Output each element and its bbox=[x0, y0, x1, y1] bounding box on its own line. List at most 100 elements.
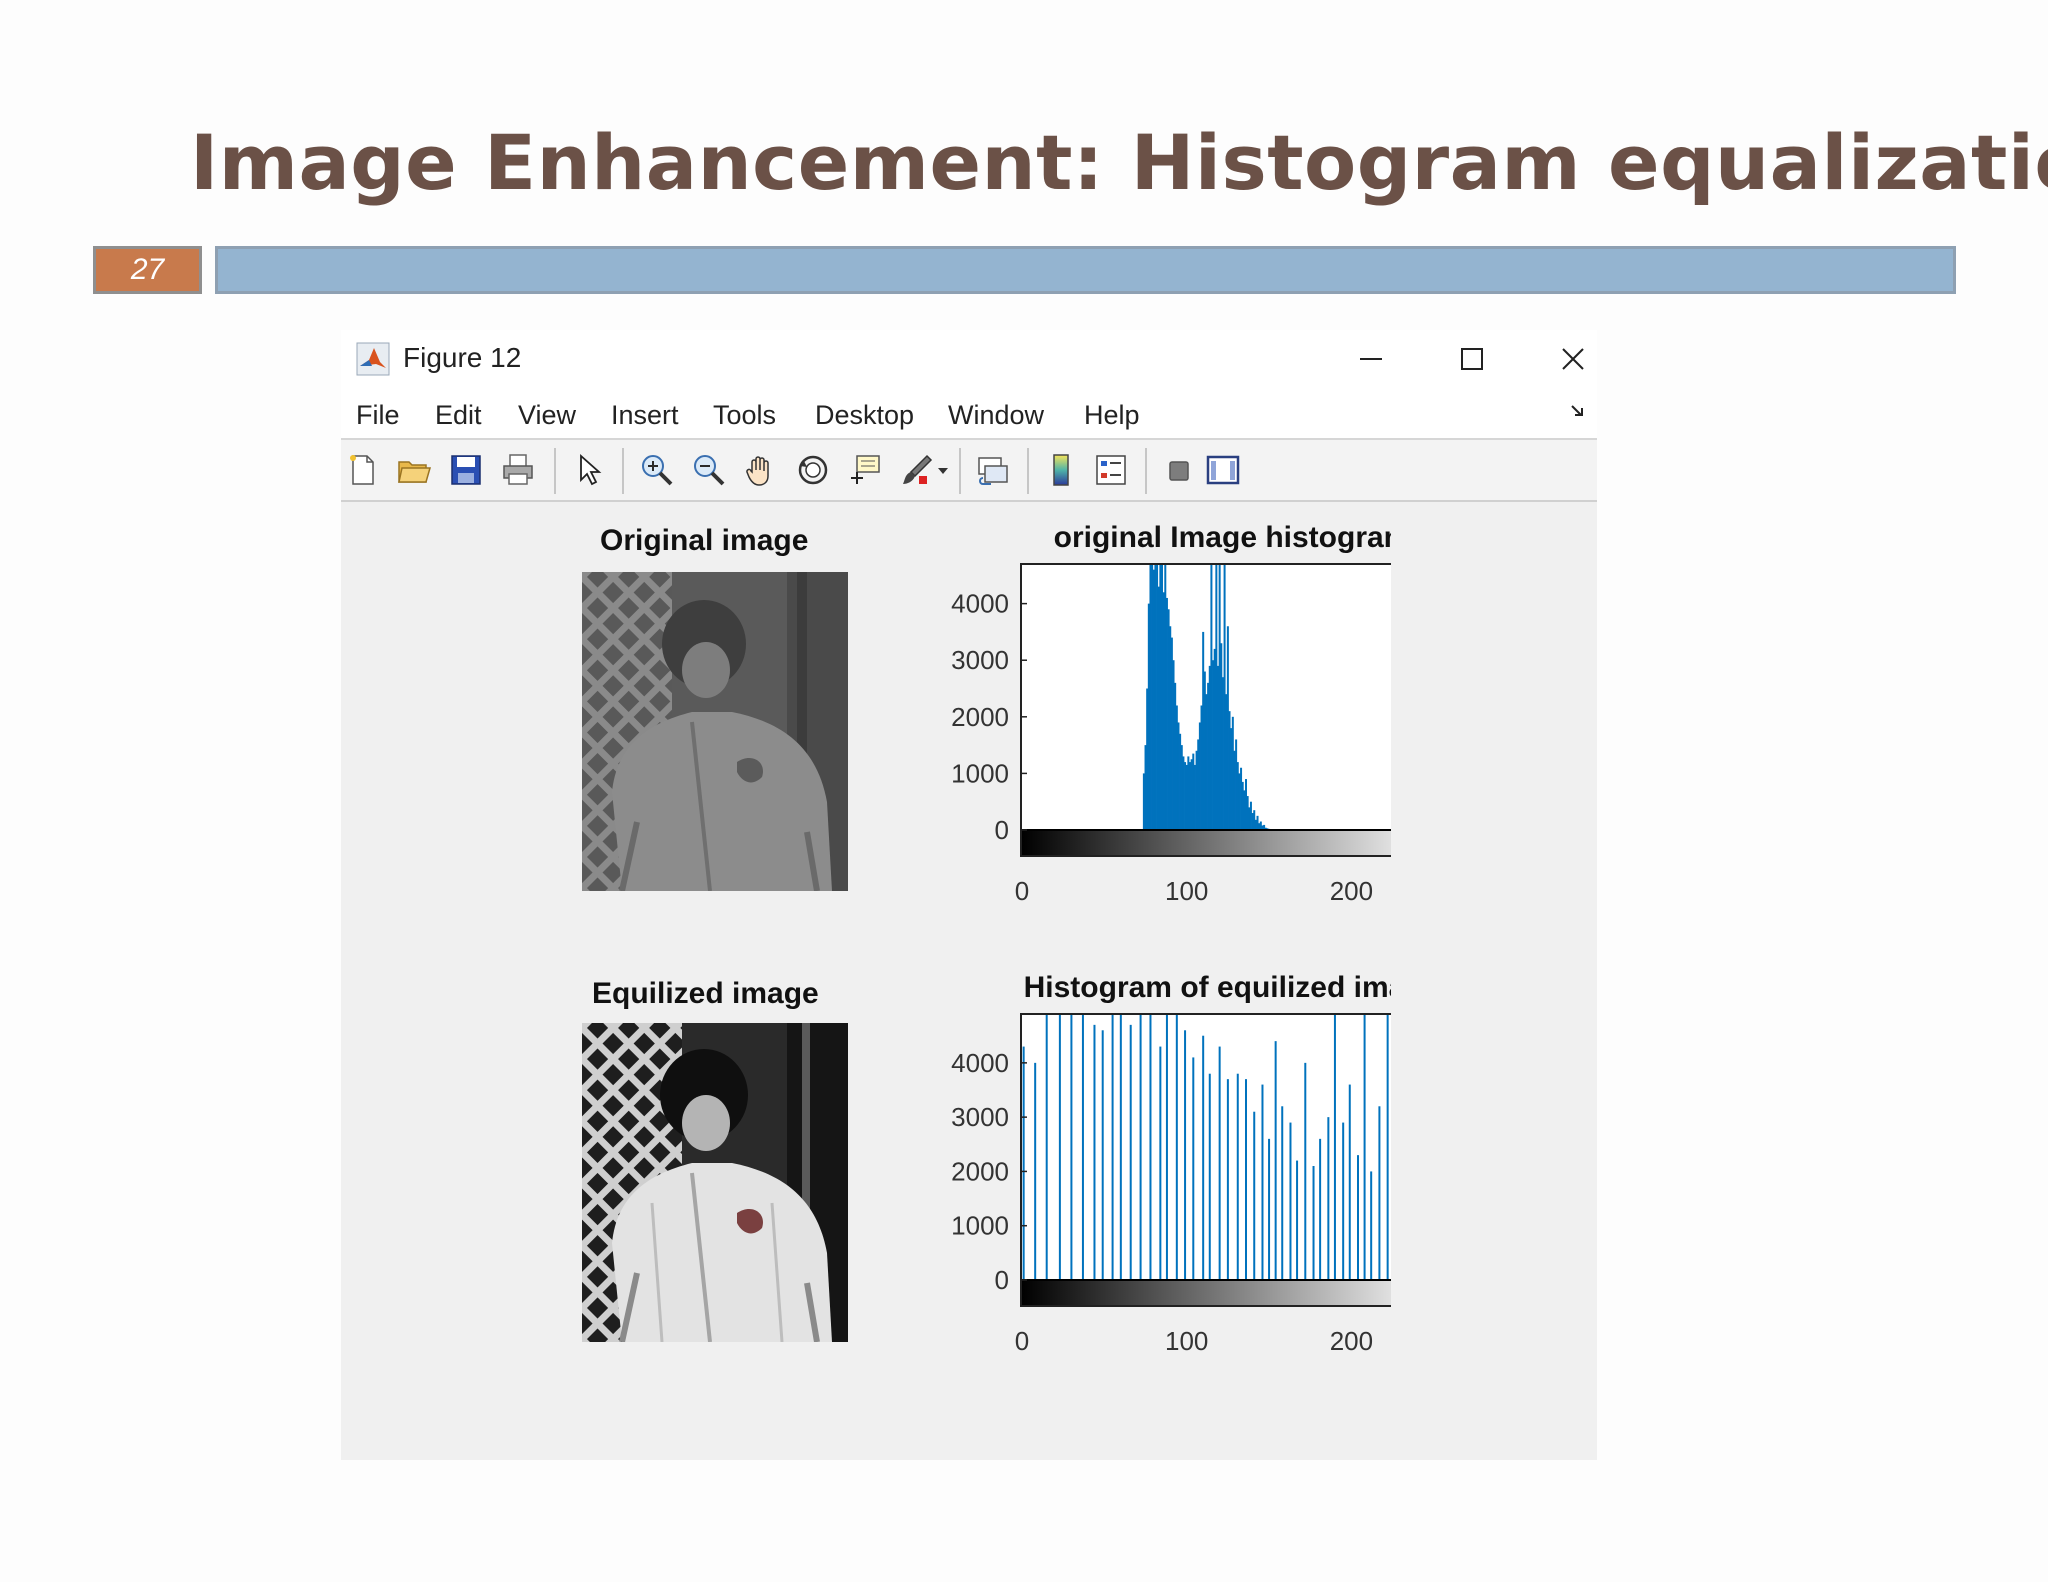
zoom-in-icon[interactable] bbox=[639, 452, 675, 488]
toolbar-separator bbox=[554, 448, 556, 494]
chart-title: original Image histogram bbox=[1054, 521, 1391, 554]
histogram-bar bbox=[1045, 1014, 1048, 1280]
menu-edit[interactable]: Edit bbox=[435, 400, 482, 431]
print-icon[interactable] bbox=[500, 452, 536, 488]
y-tick-label: 3000 bbox=[951, 1102, 1009, 1132]
histogram-bar bbox=[1184, 1030, 1187, 1280]
histogram-bar bbox=[1245, 1079, 1247, 1280]
pointer-icon[interactable] bbox=[571, 452, 607, 488]
histogram-bar bbox=[1070, 1014, 1073, 1280]
brush-icon[interactable] bbox=[899, 452, 935, 488]
histogram-bar bbox=[1111, 1014, 1114, 1280]
matlab-icon bbox=[356, 342, 390, 376]
minimize-icon bbox=[1360, 358, 1382, 360]
chevron-down-icon[interactable] bbox=[937, 466, 949, 476]
maximize-icon bbox=[1461, 348, 1483, 370]
histogram-bar bbox=[1058, 1014, 1061, 1280]
y-tick-label: 0 bbox=[995, 1265, 1009, 1295]
x-tick-label: 100 bbox=[1165, 1326, 1208, 1356]
y-tick-label: 0 bbox=[995, 815, 1009, 845]
figure-canvas: Original image Equilized image original … bbox=[341, 502, 1597, 1460]
save-icon[interactable] bbox=[448, 452, 484, 488]
menu-desktop[interactable]: Desktop bbox=[815, 400, 914, 431]
original-image-title: Original image bbox=[600, 524, 809, 557]
slide-title: Image Enhancement: Histogram equalizatio… bbox=[190, 118, 2048, 207]
minimize-button[interactable] bbox=[1341, 334, 1401, 384]
histogram-bar bbox=[1165, 1014, 1168, 1280]
histogram-bar bbox=[1034, 1062, 1037, 1280]
menu-help[interactable]: Help bbox=[1084, 400, 1140, 431]
x-tick-label: 0 bbox=[1015, 876, 1029, 906]
histogram-bar bbox=[1101, 1030, 1104, 1280]
show-plot-tools-icon[interactable] bbox=[1205, 452, 1241, 488]
menu-view[interactable]: View bbox=[518, 400, 576, 431]
rotate-3d-icon[interactable] bbox=[795, 452, 831, 488]
histogram-bar bbox=[1093, 1024, 1096, 1280]
histogram-bar bbox=[1192, 1057, 1195, 1280]
figure-window: Figure 12 File Edit View Insert Tools De… bbox=[341, 330, 1597, 1460]
histogram-bar bbox=[1296, 1160, 1299, 1280]
histogram-bar bbox=[1370, 1171, 1373, 1280]
histogram-bar bbox=[1386, 1014, 1389, 1280]
y-tick-label: 2000 bbox=[951, 1156, 1009, 1186]
histogram-bar bbox=[1236, 1073, 1239, 1280]
equalized-image-title: Equilized image bbox=[592, 977, 819, 1010]
histogram-bar bbox=[1139, 1014, 1142, 1280]
y-tick-label: 2000 bbox=[951, 702, 1009, 732]
pan-icon[interactable] bbox=[743, 452, 779, 488]
data-cursor-icon[interactable] bbox=[847, 452, 883, 488]
histogram-bar bbox=[1149, 1014, 1152, 1280]
x-tick-label: 200 bbox=[1330, 876, 1373, 906]
y-tick-label: 4000 bbox=[951, 589, 1009, 619]
new-figure-icon[interactable] bbox=[345, 452, 381, 488]
close-icon bbox=[1562, 348, 1584, 370]
open-file-icon[interactable] bbox=[396, 452, 432, 488]
toolbar bbox=[341, 440, 1597, 502]
histogram-bar bbox=[1202, 1035, 1205, 1280]
histogram-bar bbox=[1348, 1084, 1351, 1280]
dock-arrow-icon[interactable] bbox=[1569, 402, 1587, 420]
toolbar-separator bbox=[1145, 448, 1147, 494]
colorbar-icon[interactable] bbox=[1043, 452, 1079, 488]
x-tick-label: 200 bbox=[1330, 1326, 1373, 1356]
equalized-image bbox=[582, 1023, 848, 1342]
histogram-bar bbox=[1333, 1014, 1336, 1280]
toolbar-separator bbox=[622, 448, 624, 494]
menu-insert[interactable]: Insert bbox=[611, 400, 679, 431]
x-tick-label: 0 bbox=[1015, 1326, 1029, 1356]
legend-icon[interactable] bbox=[1093, 452, 1129, 488]
histogram-bar bbox=[1327, 1117, 1330, 1280]
maximize-button[interactable] bbox=[1442, 334, 1502, 384]
histogram-bar bbox=[1289, 1122, 1292, 1280]
header-bar bbox=[215, 246, 1956, 294]
histogram-bar bbox=[1261, 1084, 1264, 1280]
slide-number: 27 bbox=[93, 246, 202, 294]
histogram-bar bbox=[1274, 1041, 1277, 1280]
toolbar-separator bbox=[1027, 448, 1029, 494]
window-title: Figure 12 bbox=[403, 342, 522, 373]
hide-plot-tools-icon[interactable] bbox=[1161, 452, 1197, 488]
chart-title: Histogram of equilized image bbox=[1024, 971, 1391, 1004]
x-tick-label: 100 bbox=[1165, 876, 1208, 906]
menu-window[interactable]: Window bbox=[948, 400, 1044, 431]
menu-file[interactable]: File bbox=[356, 400, 400, 431]
histogram-bar bbox=[1378, 1106, 1381, 1280]
original-image bbox=[582, 572, 848, 891]
y-tick-label: 3000 bbox=[951, 645, 1009, 675]
histogram-bar bbox=[1022, 1046, 1025, 1280]
menu-tools[interactable]: Tools bbox=[713, 400, 776, 431]
y-tick-label: 1000 bbox=[951, 1211, 1009, 1241]
histogram-bar bbox=[1119, 1014, 1122, 1280]
link-plot-icon[interactable] bbox=[975, 452, 1011, 488]
close-button[interactable] bbox=[1543, 334, 1597, 384]
zoom-out-icon[interactable] bbox=[691, 452, 727, 488]
grayscale-bar bbox=[1020, 829, 1391, 857]
menu-bar: File Edit View Insert Tools Desktop Wind… bbox=[341, 386, 1597, 440]
histogram-bar bbox=[1129, 1024, 1132, 1280]
toolbar-separator bbox=[959, 448, 961, 494]
histogram-bar bbox=[1081, 1014, 1084, 1280]
histogram-bar bbox=[1363, 1014, 1366, 1280]
equalized-histogram-chart: Histogram of equilized image010002000300… bbox=[951, 971, 1391, 1356]
histogram-bar bbox=[1159, 1046, 1162, 1280]
grayscale-bar bbox=[1020, 1279, 1391, 1307]
